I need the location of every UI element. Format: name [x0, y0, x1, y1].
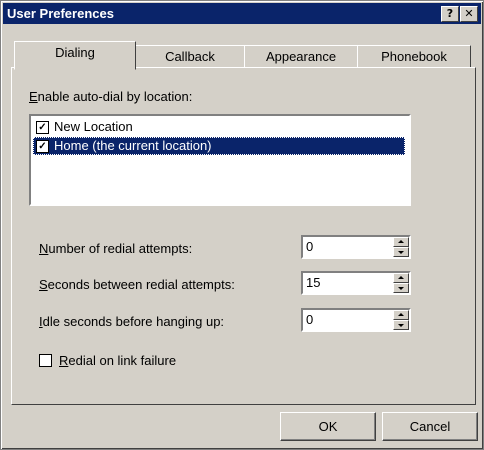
- autodial-label: Enable auto-dial by location:: [29, 89, 193, 104]
- redial-link-failure-checkbox[interactable]: [39, 354, 52, 367]
- tab-callback[interactable]: Callback: [135, 45, 245, 69]
- location-list[interactable]: ✓ New Location ✓ Home (the current locat…: [29, 114, 411, 206]
- tab-phonebook[interactable]: Phonebook: [357, 45, 471, 69]
- spin-up-button[interactable]: [393, 273, 409, 283]
- redial-seconds-stepper[interactable]: 15: [301, 271, 411, 295]
- tab-label: Dialing: [55, 45, 95, 60]
- window-title: User Preferences: [7, 6, 114, 21]
- list-item-home[interactable]: ✓ Home (the current location): [33, 137, 405, 155]
- spin-up-button[interactable]: [393, 310, 409, 320]
- close-button[interactable]: ✕: [460, 6, 478, 22]
- redial-attempts-label: Number of redial attempts:: [39, 241, 193, 256]
- redial-seconds-value[interactable]: 15: [306, 274, 320, 292]
- new-location-checkbox[interactable]: ✓: [36, 121, 49, 134]
- redial-seconds-label: Seconds between redial attempts:: [39, 277, 235, 292]
- tab-label: Callback: [165, 49, 215, 64]
- cancel-button[interactable]: Cancel: [382, 412, 478, 441]
- home-checkbox[interactable]: ✓: [36, 140, 49, 153]
- ok-label: OK: [318, 419, 338, 434]
- help-button[interactable]: ?: [441, 6, 459, 22]
- spin-down-button[interactable]: [393, 247, 409, 257]
- title-bar[interactable]: User Preferences ? ✕: [3, 3, 481, 24]
- list-item-label: New Location: [54, 119, 133, 134]
- tab-appearance[interactable]: Appearance: [244, 45, 358, 69]
- ok-button[interactable]: OK: [280, 412, 376, 441]
- redial-attempts-stepper[interactable]: 0: [301, 235, 411, 259]
- help-icon: ?: [446, 7, 454, 20]
- redial-link-failure-label: Redial on link failure: [59, 353, 177, 368]
- tab-label: Appearance: [265, 49, 337, 64]
- tab-label: Phonebook: [381, 49, 447, 64]
- user-preferences-dialog: User Preferences ? ✕ Dialing Callback Ap…: [0, 0, 484, 450]
- idle-seconds-label: Idle seconds before hanging up:: [39, 314, 225, 329]
- idle-seconds-value[interactable]: 0: [306, 311, 313, 329]
- spin-down-button[interactable]: [393, 283, 409, 293]
- idle-seconds-stepper[interactable]: 0: [301, 308, 411, 332]
- redial-attempts-value[interactable]: 0: [306, 238, 313, 256]
- tab-dialing[interactable]: Dialing: [14, 41, 136, 70]
- cancel-label: Cancel: [409, 419, 451, 434]
- list-item-label: Home (the current location): [54, 138, 212, 153]
- spin-up-button[interactable]: [393, 237, 409, 247]
- close-icon: ✕: [464, 7, 474, 20]
- spin-down-button[interactable]: [393, 320, 409, 330]
- list-item-new-location[interactable]: ✓ New Location: [33, 118, 405, 136]
